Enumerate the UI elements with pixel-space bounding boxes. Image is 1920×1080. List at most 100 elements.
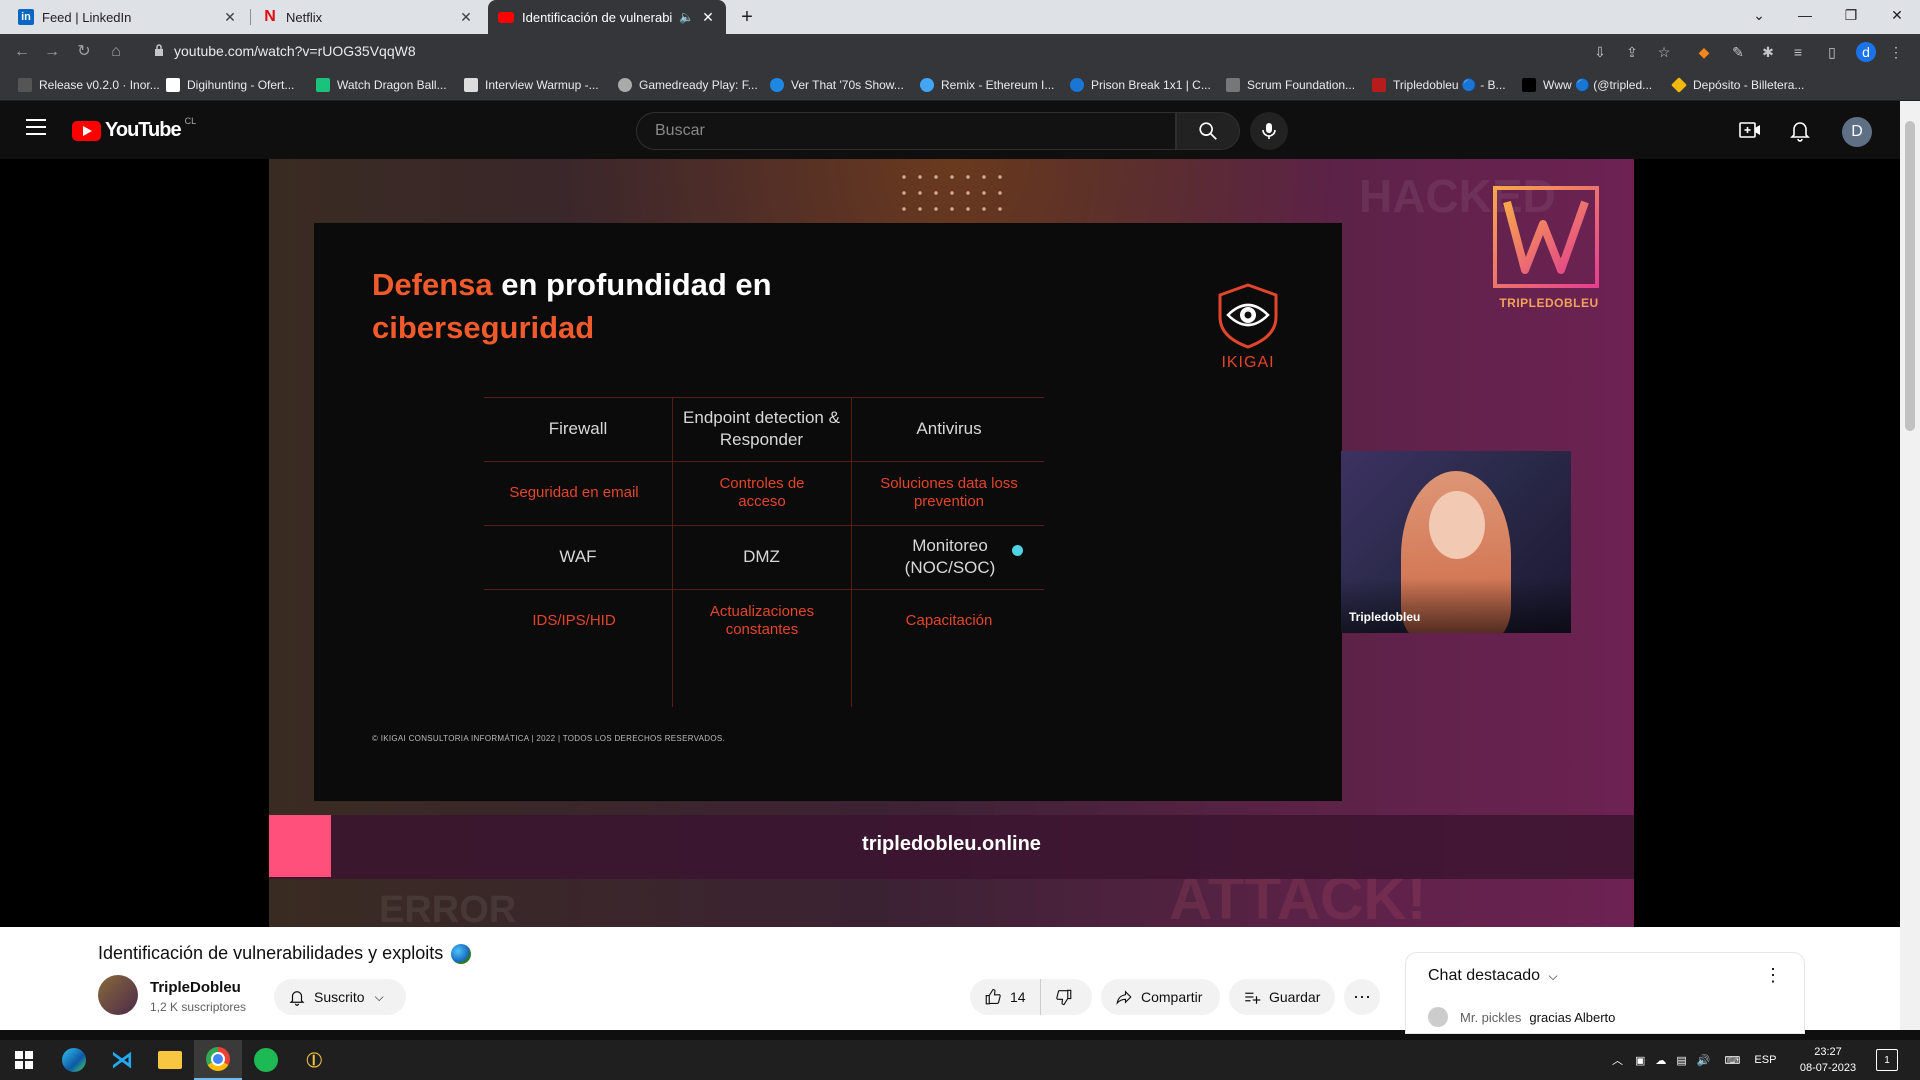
voice-search-button[interactable]: [1250, 112, 1288, 150]
metamask-icon[interactable]: ◆: [1694, 42, 1714, 62]
notifications-bell-icon[interactable]: [1788, 118, 1812, 142]
search-input[interactable]: [653, 121, 1137, 141]
save-button[interactable]: Guardar: [1229, 979, 1335, 1015]
page-scrollbar[interactable]: [1900, 101, 1920, 1030]
clock[interactable]: 23:27 08-07-2023: [1798, 1044, 1858, 1076]
grid-cell: Firewall: [548, 419, 608, 438]
forward-button[interactable]: →: [40, 40, 64, 64]
bookmark-item[interactable]: Release v0.2.0 · Inor...: [18, 76, 160, 94]
video-title-text: Identificación de vulnerabilidades y exp…: [98, 943, 444, 963]
close-icon[interactable]: ✕: [700, 9, 716, 26]
notifications-icon[interactable]: 1: [1876, 1049, 1898, 1071]
bookmark-label: Remix - Ethereum I...: [941, 78, 1055, 92]
spotify-icon[interactable]: [242, 1040, 290, 1080]
bookmark-item[interactable]: Depósito - Billetera...: [1671, 76, 1805, 94]
bookmark-item[interactable]: Watch Dragon Ball...: [316, 76, 447, 94]
youtube-logo[interactable]: YouTube CL: [72, 116, 196, 142]
subscribed-button[interactable]: Suscrito ⌵: [274, 979, 406, 1015]
slide-copyright: © IKIGAI CONSULTORIA INFORMÁTICA | 2022 …: [372, 734, 726, 743]
bookmark-item[interactable]: Interview Warmup -...: [464, 76, 599, 94]
defense-grid: Firewall Endpoint detection & Responder …: [484, 397, 1170, 707]
chat-mode-selector[interactable]: Chat destacado ⌵: [1428, 967, 1558, 985]
device-icon[interactable]: ▣: [1635, 1054, 1645, 1067]
tab-youtube-active[interactable]: Identificación de vulnerabilidades y exp…: [488, 0, 726, 34]
bookmark-item[interactable]: Www 🔵 (@tripled...: [1522, 76, 1652, 94]
bookmark-item[interactable]: Gamedready Play: F...: [618, 76, 758, 94]
minimize-button[interactable]: —: [1782, 0, 1828, 30]
reload-button[interactable]: ↻: [72, 40, 96, 64]
restore-button[interactable]: ❐: [1828, 0, 1874, 30]
ikigai-logo: IKIGAI: [1212, 281, 1284, 377]
install-icon[interactable]: ⇩: [1590, 42, 1610, 62]
tiktok-icon: [1522, 78, 1536, 92]
share-button[interactable]: Compartir: [1101, 979, 1220, 1015]
tripledobleu-icon: [1372, 78, 1386, 92]
keyboard-icon[interactable]: ⌨: [1725, 1054, 1741, 1067]
close-icon[interactable]: ✕: [222, 9, 238, 26]
windows-start-icon[interactable]: [0, 1040, 48, 1080]
search-icon: [1199, 122, 1217, 140]
tripledobleu-logo: [1493, 186, 1599, 288]
background-word: ERROR: [379, 889, 517, 927]
profile-icon[interactable]: d: [1856, 42, 1876, 62]
menu-icon[interactable]: ⋮: [1886, 42, 1906, 62]
vscode-icon[interactable]: ⋊: [98, 1040, 146, 1080]
close-window-button[interactable]: ✕: [1874, 0, 1920, 30]
file-explorer-icon[interactable]: [146, 1040, 194, 1080]
hamburger-menu-icon[interactable]: [26, 119, 46, 140]
share-icon[interactable]: ⇪: [1622, 42, 1642, 62]
search-button[interactable]: [1176, 112, 1240, 150]
network-icon[interactable]: ▤: [1676, 1054, 1686, 1067]
side-panel-icon[interactable]: ▯: [1822, 42, 1842, 62]
tab-title: Identificación de vulnerabilidades y exp…: [522, 9, 673, 25]
video-player[interactable]: HACKED ERROR ATTACK! Defensa en profundi…: [0, 159, 1900, 927]
bookmark-item[interactable]: Tripledobleu 🔵 - B...: [1372, 76, 1506, 94]
chat-menu-icon[interactable]: ⋮: [1764, 965, 1782, 986]
account-avatar[interactable]: D: [1842, 117, 1872, 147]
channel-avatar[interactable]: [98, 975, 138, 1015]
edge-icon: [770, 78, 784, 92]
edge-icon[interactable]: [50, 1040, 98, 1080]
sentinel-icon[interactable]: ⦶: [290, 1040, 338, 1080]
bookmark-item[interactable]: Ver That '70s Show...: [770, 76, 904, 94]
title-highlight: Defensa: [372, 267, 493, 302]
bookmark-item[interactable]: Prison Break 1x1 | C...: [1070, 76, 1211, 94]
vscode-logo: ⋊: [111, 1047, 133, 1072]
chrome-icon[interactable]: [194, 1040, 242, 1080]
bookmark-label: Depósito - Billetera...: [1693, 78, 1805, 92]
browser-tab-strip: in Feed | LinkedIn ✕ N Netflix ✕ Identif…: [0, 0, 1920, 34]
chrome-logo: [206, 1047, 230, 1071]
tab-linkedin[interactable]: in Feed | LinkedIn ✕: [8, 0, 248, 34]
cloud-icon[interactable]: ☁: [1655, 1054, 1666, 1067]
bookmark-star-icon[interactable]: ☆: [1654, 42, 1674, 62]
chevron-up-icon[interactable]: ︿: [1612, 1052, 1623, 1068]
new-tab-button[interactable]: +: [735, 5, 759, 29]
bookmark-item[interactable]: Digihunting - Ofert...: [166, 76, 294, 94]
puzzle-icon[interactable]: ✱: [1758, 42, 1778, 62]
channel-name[interactable]: TripleDobleu: [150, 979, 241, 996]
tab-search-button[interactable]: ⌄: [1736, 0, 1782, 30]
bookmark-item[interactable]: Remix - Ethereum I...: [920, 76, 1054, 94]
speaker-icon[interactable]: 🔈: [679, 10, 694, 24]
address-bar[interactable]: youtube.com/watch?v=rUOG35VqqW8: [140, 38, 1580, 66]
create-video-icon[interactable]: [1738, 118, 1762, 142]
language-indicator[interactable]: ESP: [1754, 1054, 1776, 1066]
video-frame[interactable]: HACKED ERROR ATTACK! Defensa en profundi…: [269, 159, 1634, 927]
bookmark-item[interactable]: Scrum Foundation...: [1226, 76, 1355, 94]
bookmark-label: Interview Warmup -...: [485, 78, 599, 92]
volume-icon[interactable]: 🔊: [1697, 1054, 1711, 1067]
back-button[interactable]: ←: [10, 40, 34, 64]
extension-icon[interactable]: ✎: [1728, 42, 1748, 62]
bookmark-label: Scrum Foundation...: [1247, 78, 1356, 92]
lock-icon: [155, 44, 163, 56]
like-button[interactable]: 14: [970, 979, 1041, 1015]
scrollbar-thumb[interactable]: [1905, 121, 1915, 431]
home-button[interactable]: ⌂: [104, 40, 128, 64]
media-icon[interactable]: ≡: [1788, 42, 1808, 62]
tab-netflix[interactable]: N Netflix ✕: [252, 0, 484, 34]
dislike-button[interactable]: [1041, 979, 1087, 1015]
bookmark-label: Release v0.2.0 · Inor...: [39, 78, 160, 92]
close-icon[interactable]: ✕: [458, 9, 474, 26]
eye-shield-icon: [1218, 283, 1278, 349]
more-actions-icon[interactable]: ⋯: [1344, 979, 1380, 1015]
